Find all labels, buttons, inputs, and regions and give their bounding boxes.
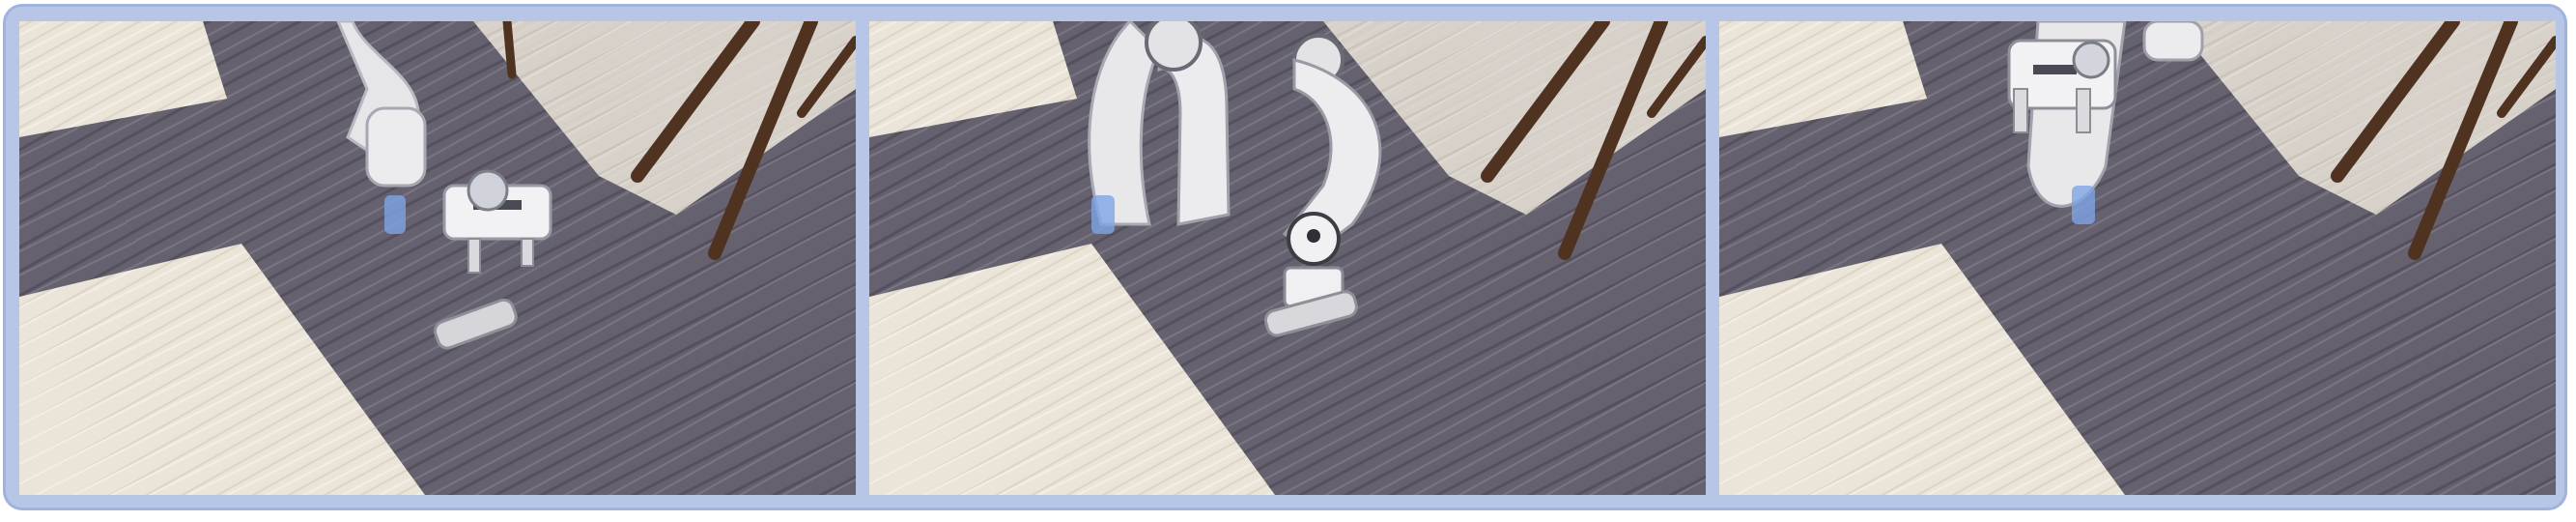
panel-1-scene <box>19 21 856 495</box>
panel-2-robot-grasping <box>869 21 1706 495</box>
panel-1-robot-above-cylinder <box>19 21 856 495</box>
panel-3-scene <box>1719 21 2556 495</box>
panel-2-scene <box>869 21 1706 495</box>
panel-3-robot-lifted <box>1719 21 2556 495</box>
